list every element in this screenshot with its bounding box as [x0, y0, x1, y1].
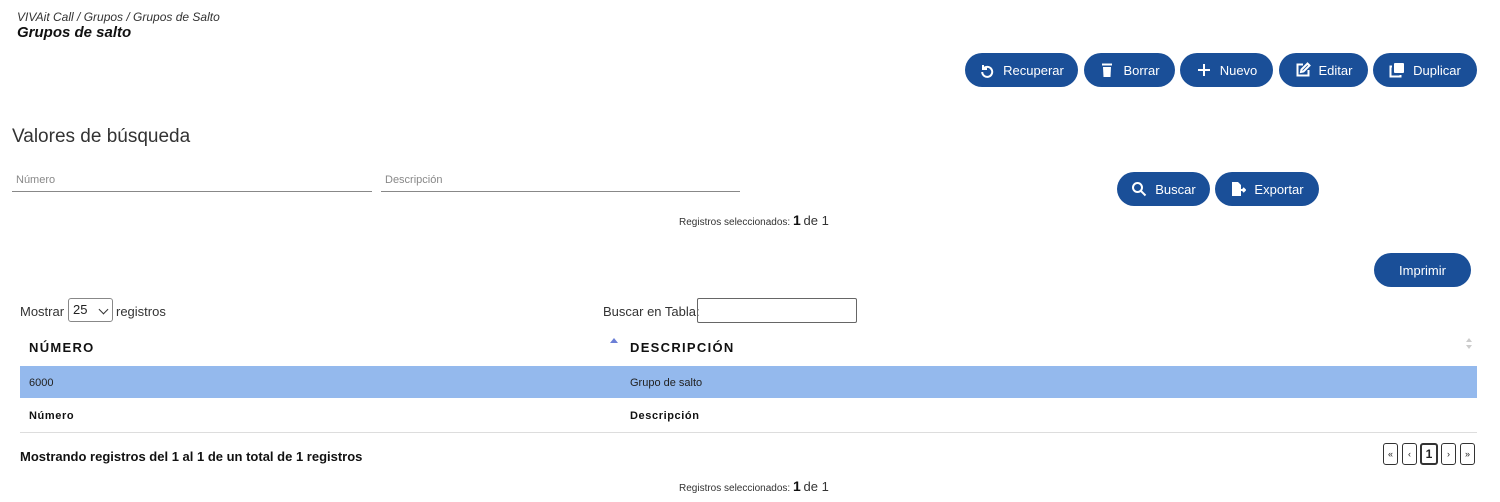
- selected-count: 1: [792, 212, 801, 228]
- nuevo-label: Nuevo: [1219, 62, 1258, 78]
- buscar-label: Buscar: [1155, 181, 1196, 197]
- table-summary: Mostrando registros del 1 al 1 de un tot…: [20, 449, 363, 464]
- descripcion-input[interactable]: [381, 170, 740, 190]
- selected-total: de 1: [803, 479, 829, 494]
- editar-button[interactable]: Editar: [1279, 53, 1368, 87]
- selected-label: Registros seleccionados:: [679, 217, 791, 228]
- search-icon: [1132, 182, 1147, 197]
- records-label: registros: [116, 304, 166, 319]
- imprimir-label: Imprimir: [1399, 262, 1446, 278]
- numero-field[interactable]: [12, 170, 372, 192]
- first-page-button[interactable]: «: [1383, 443, 1398, 465]
- table-divider: [20, 432, 1477, 433]
- table-search-label: Buscar en Tabla:: [603, 304, 700, 319]
- column-header-numero[interactable]: NÚMERO: [29, 340, 95, 355]
- sort-asc-icon: [610, 338, 618, 343]
- export-file-icon: [1232, 182, 1247, 196]
- selected-total: de 1: [803, 213, 829, 228]
- duplicate-icon: [1389, 63, 1405, 78]
- selected-summary-bottom: Registros seleccionados: 1 de 1: [679, 478, 829, 494]
- descripcion-field[interactable]: [381, 170, 740, 192]
- show-label: Mostrar: [20, 304, 65, 319]
- last-page-button[interactable]: »: [1460, 443, 1475, 465]
- selected-label: Registros seleccionados:: [679, 483, 791, 494]
- selected-count: 1: [792, 478, 801, 494]
- page-1-button[interactable]: 1: [1420, 443, 1438, 465]
- footer-descripcion: Descripción: [630, 410, 700, 422]
- exportar-button[interactable]: Exportar: [1215, 172, 1319, 206]
- borrar-button[interactable]: Borrar: [1084, 53, 1175, 87]
- undo-icon: [981, 65, 994, 78]
- breadcrumb: VIVAit Call / Grupos / Grupos de Salto: [17, 10, 220, 24]
- table-search-input[interactable]: [697, 298, 857, 323]
- selected-summary-top: Registros seleccionados: 1 de 1: [679, 212, 829, 228]
- recuperar-label: Recuperar: [1003, 62, 1064, 78]
- search-heading: Valores de búsqueda: [12, 126, 191, 147]
- trash-icon: [1102, 63, 1113, 77]
- page-size-value: 25: [73, 302, 88, 317]
- column-header-descripcion[interactable]: DESCRIPCIÓN: [630, 340, 735, 355]
- edit-icon: [1296, 62, 1311, 77]
- page-title: Grupos de salto: [17, 24, 132, 41]
- sort-both-icon: [1466, 338, 1472, 349]
- borrar-label: Borrar: [1123, 62, 1160, 78]
- exportar-label: Exportar: [1254, 181, 1304, 197]
- nuevo-button[interactable]: Nuevo: [1180, 53, 1273, 87]
- table-row[interactable]: [20, 366, 1477, 398]
- next-page-button[interactable]: ›: [1441, 443, 1456, 465]
- prev-page-button[interactable]: ‹: [1402, 443, 1417, 465]
- page-size-select[interactable]: 25: [68, 298, 113, 322]
- numero-input[interactable]: [12, 170, 372, 190]
- buscar-button[interactable]: Buscar: [1117, 172, 1210, 206]
- duplicar-button[interactable]: Duplicar: [1373, 53, 1477, 87]
- chevron-down-icon: [98, 304, 109, 315]
- plus-icon: [1197, 64, 1210, 76]
- imprimir-button[interactable]: Imprimir: [1374, 253, 1471, 287]
- cell-descripcion[interactable]: Grupo de salto: [630, 377, 702, 389]
- editar-label: Editar: [1318, 62, 1353, 78]
- duplicar-label: Duplicar: [1413, 62, 1461, 78]
- footer-numero: Número: [29, 410, 75, 422]
- cell-numero[interactable]: 6000: [29, 377, 53, 389]
- recuperar-button[interactable]: Recuperar: [965, 53, 1078, 87]
